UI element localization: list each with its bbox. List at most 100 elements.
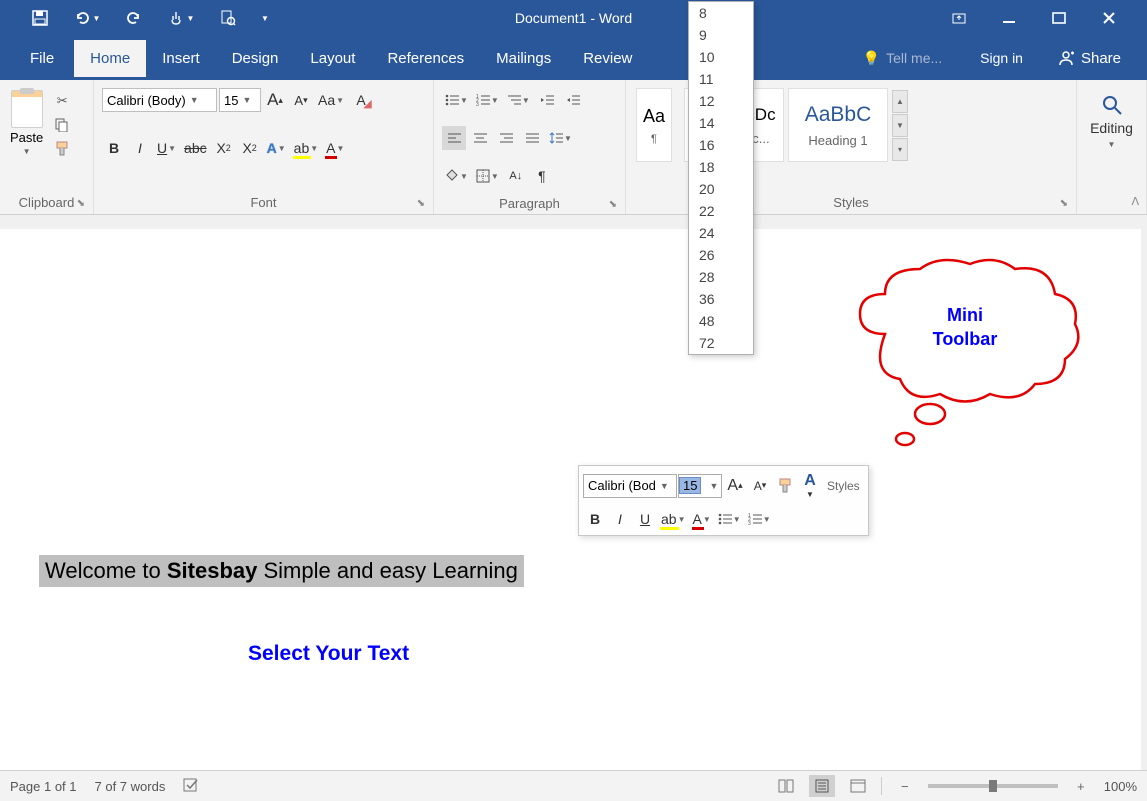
sort-button[interactable]: A↓ <box>504 164 528 188</box>
size-option[interactable]: 36 <box>689 288 753 310</box>
show-marks-button[interactable]: ¶ <box>530 164 554 188</box>
tab-review[interactable]: Review <box>567 40 648 77</box>
align-center-button[interactable] <box>468 126 492 150</box>
style-heading-1[interactable]: AaBbC Heading 1 <box>788 88 888 162</box>
editing-button[interactable]: Editing ▼ <box>1086 84 1137 159</box>
numbering-button[interactable]: 123▼ <box>473 88 502 112</box>
zoom-out-button[interactable]: − <box>892 775 918 797</box>
size-option[interactable]: 24 <box>689 222 753 244</box>
mini-numbering[interactable]: 123▼ <box>745 507 774 531</box>
font-color-button[interactable]: A▼ <box>323 136 347 160</box>
grow-font-button[interactable]: A▴ <box>263 88 287 112</box>
size-option[interactable]: 18 <box>689 156 753 178</box>
word-count[interactable]: 7 of 7 words <box>95 779 166 794</box>
share-button[interactable]: Share <box>1041 41 1137 75</box>
document-page[interactable]: Welcome to Sitesbay Simple and easy Lear… <box>0 229 1141 770</box>
read-mode-button[interactable] <box>773 775 799 797</box>
size-option[interactable]: 14 <box>689 112 753 134</box>
undo-button[interactable]: ▼ <box>62 4 112 32</box>
size-option[interactable]: 11 <box>689 68 753 90</box>
align-right-button[interactable] <box>494 126 518 150</box>
underline-button[interactable]: U▼ <box>154 136 179 160</box>
highlight-button[interactable]: ab▼ <box>291 136 322 160</box>
decrease-indent-button[interactable] <box>535 88 559 112</box>
font-name-combo[interactable]: Calibri (Body)▼ <box>102 88 217 112</box>
clipboard-dialog-launcher[interactable]: ⬊ <box>77 198 85 209</box>
font-size-combo[interactable]: 15▼ <box>219 88 261 112</box>
tab-mailings[interactable]: Mailings <box>480 40 567 77</box>
mini-shrink-font[interactable]: A▾ <box>748 474 772 498</box>
tell-me-search[interactable]: 💡Tell me... <box>843 50 962 67</box>
redo-button[interactable] <box>114 4 154 32</box>
size-option[interactable]: 9 <box>689 24 753 46</box>
styles-gallery-more[interactable]: ▲ ▼ ▾ <box>892 90 908 161</box>
format-painter-button[interactable] <box>51 138 73 160</box>
size-option[interactable]: 22 <box>689 200 753 222</box>
size-option[interactable]: 16 <box>689 134 753 156</box>
mini-bold[interactable]: B <box>583 507 607 531</box>
save-button[interactable] <box>20 4 60 32</box>
styles-dialog-launcher[interactable]: ⬊ <box>1060 198 1068 209</box>
mini-size-combo[interactable]: 15▼ <box>678 474 722 498</box>
tab-references[interactable]: References <box>371 40 480 77</box>
print-preview-button[interactable] <box>208 4 248 32</box>
ribbon-display-button[interactable] <box>939 4 979 32</box>
minimize-button[interactable] <box>989 4 1029 32</box>
strikethrough-button[interactable]: abc <box>181 136 210 160</box>
print-layout-button[interactable] <box>809 775 835 797</box>
mini-font-color[interactable]: A▼ <box>690 507 714 531</box>
close-button[interactable] <box>1089 4 1129 32</box>
size-option[interactable]: 28 <box>689 266 753 288</box>
size-option[interactable]: 26 <box>689 244 753 266</box>
sign-in-button[interactable]: Sign in <box>962 50 1041 66</box>
size-option[interactable]: 8 <box>689 2 753 24</box>
selected-text[interactable]: Welcome to Sitesbay Simple and easy Lear… <box>39 555 524 587</box>
mini-italic[interactable]: I <box>608 507 632 531</box>
bullets-button[interactable]: ▼ <box>442 88 471 112</box>
shrink-font-button[interactable]: A▾ <box>289 88 313 112</box>
maximize-button[interactable] <box>1039 4 1079 32</box>
line-spacing-button[interactable]: ▼ <box>546 126 575 150</box>
style-normal[interactable]: Aa ¶ <box>636 88 672 162</box>
cut-button[interactable]: ✂ <box>51 90 73 112</box>
size-option[interactable]: 48 <box>689 310 753 332</box>
paragraph-dialog-launcher[interactable]: ⬊ <box>609 199 617 210</box>
page-indicator[interactable]: Page 1 of 1 <box>10 779 77 794</box>
proofing-icon[interactable] <box>183 777 199 796</box>
mini-styles-button[interactable]: A▼ <box>798 470 822 501</box>
clear-formatting-button[interactable]: A◢ <box>349 88 373 112</box>
mini-highlight[interactable]: ab▼ <box>658 507 689 531</box>
mini-format-painter[interactable] <box>773 474 797 498</box>
tab-insert[interactable]: Insert <box>146 40 216 77</box>
subscript-button[interactable]: X2 <box>212 136 236 160</box>
mini-bullets[interactable]: ▼ <box>715 507 744 531</box>
paste-button[interactable]: Paste ▼ <box>6 84 47 162</box>
align-left-button[interactable] <box>442 126 466 150</box>
text-effects-button[interactable]: A▼ <box>264 136 289 160</box>
size-option[interactable]: 72 <box>689 332 753 354</box>
mini-font-combo[interactable]: Calibri (Bod▼ <box>583 474 677 498</box>
change-case-button[interactable]: Aa▼ <box>315 88 347 112</box>
tab-file[interactable]: File <box>10 40 74 77</box>
copy-button[interactable] <box>51 114 73 136</box>
size-option[interactable]: 12 <box>689 90 753 112</box>
zoom-slider[interactable] <box>928 784 1058 788</box>
collapse-ribbon-button[interactable]: ᐱ <box>1131 195 1139 208</box>
shading-button[interactable]: ▼ <box>442 164 471 188</box>
zoom-in-button[interactable]: + <box>1068 775 1094 797</box>
size-option[interactable]: 10 <box>689 46 753 68</box>
bold-button[interactable]: B <box>102 136 126 160</box>
font-dialog-launcher[interactable]: ⬊ <box>417 198 425 209</box>
zoom-level[interactable]: 100% <box>1104 779 1137 794</box>
tab-layout[interactable]: Layout <box>294 40 371 77</box>
multilevel-list-button[interactable]: ▼ <box>504 88 533 112</box>
mini-grow-font[interactable]: A▴ <box>723 474 747 498</box>
borders-button[interactable]: ▼ <box>473 164 502 188</box>
web-layout-button[interactable] <box>845 775 871 797</box>
justify-button[interactable] <box>520 126 544 150</box>
superscript-button[interactable]: X2 <box>238 136 262 160</box>
size-option[interactable]: 20 <box>689 178 753 200</box>
mini-underline[interactable]: U <box>633 507 657 531</box>
tab-design[interactable]: Design <box>216 40 295 77</box>
tab-home[interactable]: Home <box>74 40 146 77</box>
